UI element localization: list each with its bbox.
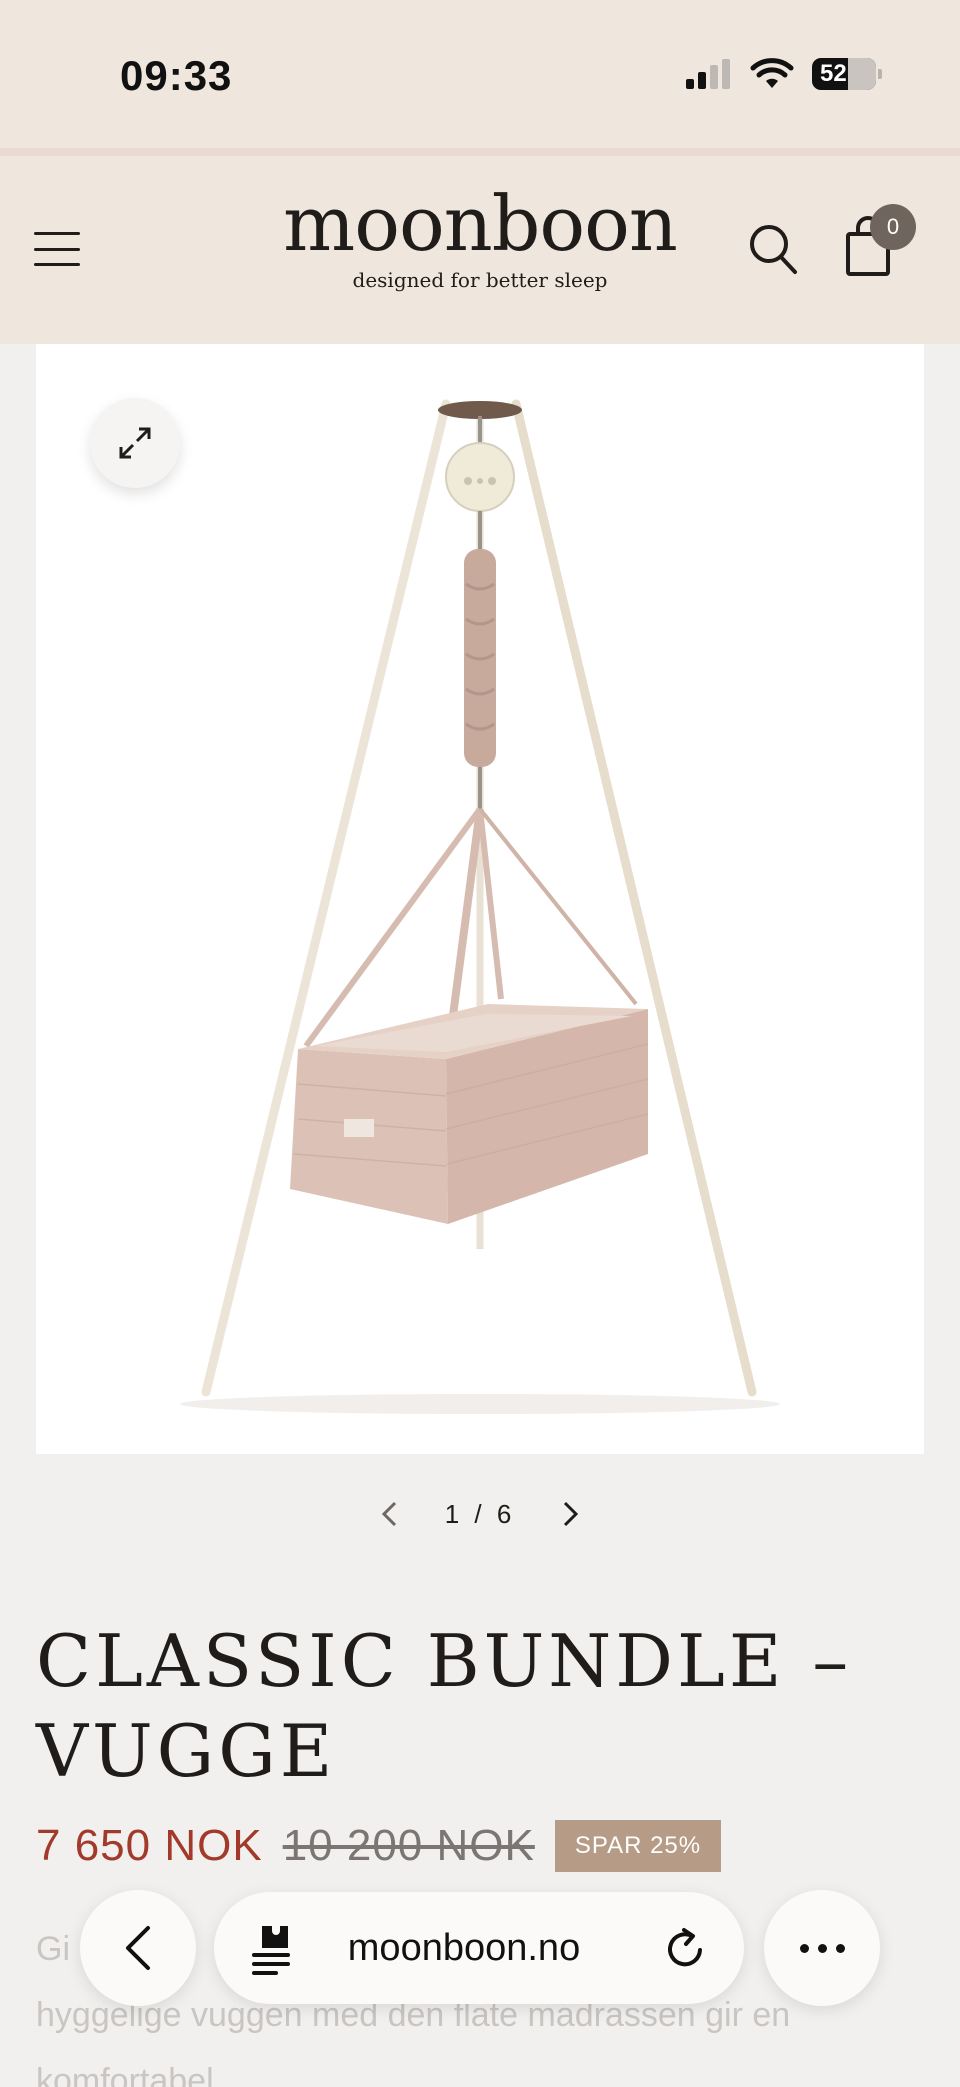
search-icon[interactable]	[748, 222, 798, 276]
wifi-icon	[750, 58, 794, 88]
product-title-line2: VUGGE	[36, 1709, 337, 1793]
address-bar[interactable]: moonboon.no	[214, 1892, 744, 2004]
gallery-navigation: 1 / 6	[0, 1490, 960, 1538]
browser-more-button[interactable]	[764, 1890, 880, 2006]
menu-button[interactable]	[34, 232, 80, 266]
reader-extension-icon[interactable]	[250, 1922, 300, 1976]
original-price: 10 200 NOK	[282, 1821, 535, 1870]
description-line: komfortabel...	[36, 2062, 242, 2087]
status-icons: 52	[686, 58, 882, 90]
discount-badge: SPAR 25%	[554, 1820, 722, 1872]
menu-icon-bar	[34, 263, 80, 266]
status-divider	[0, 148, 960, 156]
logo-tagline: designed for better sleep	[352, 268, 608, 292]
site-header: moonboon designed for better sleep 0	[0, 156, 960, 344]
chevron-left-icon	[126, 1926, 150, 1970]
cellular-signal-icon	[686, 59, 730, 89]
logo-name: moonboon	[283, 179, 678, 268]
expand-image-button[interactable]	[90, 398, 180, 488]
status-bar: 09:33 52	[0, 0, 960, 148]
battery-icon: 52	[812, 58, 882, 90]
expand-icon	[119, 427, 151, 459]
cradle-illustration	[180, 399, 780, 1414]
image-counter: 1 / 6	[444, 1498, 516, 1529]
product-title-line1: CLASSIC BUNDLE –	[36, 1619, 853, 1703]
previous-image-button[interactable]	[373, 1494, 405, 1534]
more-icon-dot	[817, 1943, 827, 1953]
product-title: CLASSIC BUNDLE – VUGGE	[36, 1616, 896, 1796]
chevron-left-icon	[381, 1501, 396, 1527]
browser-back-button[interactable]	[80, 1890, 196, 2006]
price-row: 7 650 NOK 10 200 NOK SPAR 25%	[36, 1818, 722, 1874]
menu-icon-bar	[34, 232, 80, 235]
reload-icon[interactable]	[662, 1926, 708, 1972]
logo[interactable]: moonboon designed for better sleep	[280, 179, 680, 293]
next-image-button[interactable]	[555, 1494, 587, 1534]
status-time: 09:33	[120, 52, 233, 99]
battery-level: 52	[820, 60, 847, 87]
chevron-right-icon	[564, 1501, 579, 1527]
product-image[interactable]	[36, 344, 924, 1454]
url-text: moonboon.no	[347, 1927, 581, 1969]
sale-price: 7 650 NOK	[36, 1821, 263, 1870]
more-icon-dot	[799, 1943, 809, 1953]
menu-icon-bar	[34, 247, 80, 251]
cart-count-badge[interactable]: 0	[870, 204, 916, 250]
more-icon-dot	[835, 1943, 845, 1953]
